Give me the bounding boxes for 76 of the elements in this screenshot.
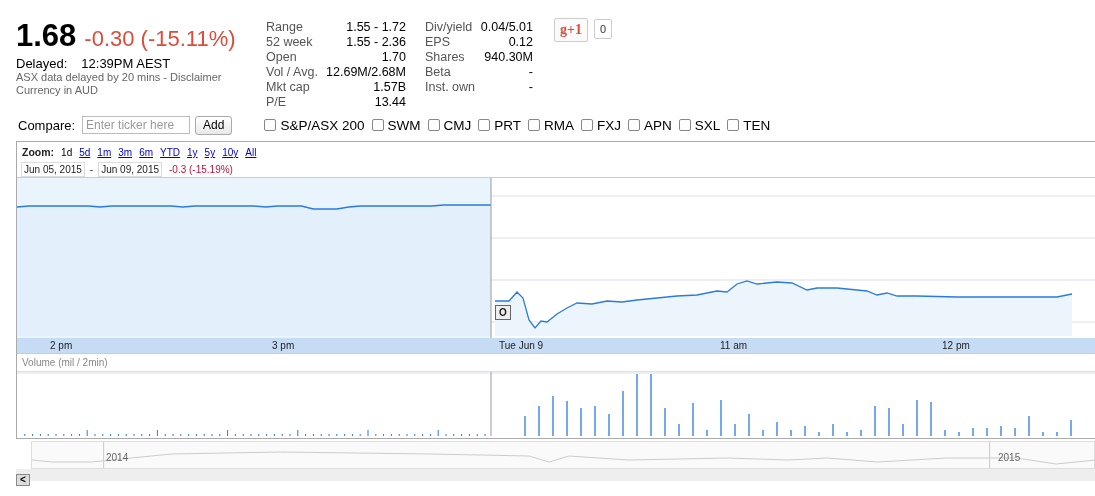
ticker-label: SWM	[387, 117, 421, 133]
ticker-checkbox[interactable]	[528, 119, 540, 131]
zoom-option[interactable]: 3m	[118, 147, 133, 158]
date-separator: -	[89, 163, 94, 175]
delayed-label: Delayed:	[16, 56, 68, 71]
zoom-option[interactable]: 5y	[204, 147, 216, 158]
ticker-checkbox[interactable]	[628, 119, 641, 131]
ticker-label: CMJ	[443, 117, 472, 133]
ticker-label: APN	[644, 117, 672, 133]
zoom-option[interactable]: YTD	[160, 147, 181, 158]
ticker-checkbox[interactable]	[371, 119, 384, 131]
delay-notice: ASX data delayed by 20 mins - Disclaimer	[16, 71, 223, 84]
navigator-year: 2014	[106, 452, 129, 463]
add-button[interactable]: Add	[195, 115, 233, 135]
axis-label: 2 pm	[50, 340, 73, 351]
date-to-field[interactable]: Jun 09, 2015	[98, 161, 162, 177]
stat-label: Beta	[425, 65, 451, 80]
stat-value: 0.04/5.01	[480, 20, 533, 35]
zoom-option[interactable]: 1m	[97, 147, 112, 158]
stat-value: 13.44	[374, 95, 406, 110]
plus-one-count: 0	[594, 19, 613, 39]
stat-value: 1.55 - 1.72	[346, 20, 406, 35]
ticker-label: SXL	[694, 117, 721, 133]
ticker-label: S&P/ASX 200	[280, 117, 365, 133]
ticker-label: FXJ	[597, 117, 622, 133]
stat-value: 1.70	[381, 50, 406, 65]
date-from-field[interactable]: Jun 05, 2015	[21, 161, 85, 177]
stat-label: P/E	[266, 95, 287, 110]
ticker-label: RMA	[544, 117, 574, 133]
zoom-label: Zoom:	[22, 146, 55, 158]
event-flag[interactable]: O	[495, 305, 511, 320]
stat-value: 0.12	[508, 35, 533, 50]
stat-value: 940.30M	[484, 50, 533, 65]
stat-value: 1.55 - 2.36	[346, 35, 406, 50]
navigator-year: 2015	[998, 452, 1021, 463]
ticker-checkbox[interactable]	[678, 119, 691, 131]
currency-note: Currency in AUD	[16, 84, 99, 97]
axis-label: 12 pm	[942, 340, 970, 351]
stat-label: Div/yield	[425, 20, 473, 35]
stat-label: Range	[266, 20, 303, 35]
ticker-checkbox[interactable]	[427, 119, 440, 131]
zoom-option[interactable]: 5d	[79, 147, 91, 158]
stat-label: Inst. own	[425, 80, 476, 95]
volume-label: Volume (mil / 2min)	[17, 353, 1095, 372]
zoom-option[interactable]: 1d	[61, 147, 73, 158]
ticker-label: TEN	[743, 117, 771, 133]
stat-label: 52 week	[266, 35, 313, 50]
stat-value: 12.69M/2.68M	[326, 65, 406, 80]
ticker-label: PRT	[494, 117, 521, 133]
zoom-option[interactable]: 1y	[187, 147, 198, 158]
ticker-checkbox[interactable]	[478, 119, 491, 131]
axis-label: 3 pm	[272, 340, 295, 351]
stat-label: Open	[266, 50, 297, 65]
stat-value: 1.57B	[373, 80, 406, 95]
ticker-input-field[interactable]: Enter ticker here	[82, 116, 191, 134]
zoom-option[interactable]: All	[245, 147, 257, 158]
compare-label: Compare:	[18, 117, 76, 133]
scroll-left-button[interactable]: <	[16, 474, 30, 486]
stat-label: Vol / Avg.	[266, 65, 318, 80]
zoom-option[interactable]: 10y	[222, 147, 239, 158]
range-change: -0.3 (-15.19%)	[169, 163, 233, 175]
zoom-option[interactable]: 6m	[139, 147, 154, 158]
price-change: -0.30 (-15.11%)	[84, 26, 236, 52]
plus-one-button[interactable]: g+1	[554, 18, 588, 42]
stat-label: EPS	[425, 35, 450, 50]
ticker-checkbox[interactable]	[264, 119, 277, 131]
ticker-checkbox[interactable]	[727, 119, 740, 131]
ticker-checkbox[interactable]	[581, 119, 593, 131]
stat-label: Shares	[425, 50, 465, 65]
stat-value: -	[528, 80, 533, 95]
stat-value: -	[528, 65, 533, 80]
stock-price: 1.68	[16, 18, 77, 54]
quote-time: 12:39PM AEST	[81, 56, 171, 71]
axis-label: 11 am	[720, 340, 748, 351]
stat-label: Mkt cap	[266, 80, 310, 95]
axis-label: Tue Jun 9	[499, 340, 544, 351]
